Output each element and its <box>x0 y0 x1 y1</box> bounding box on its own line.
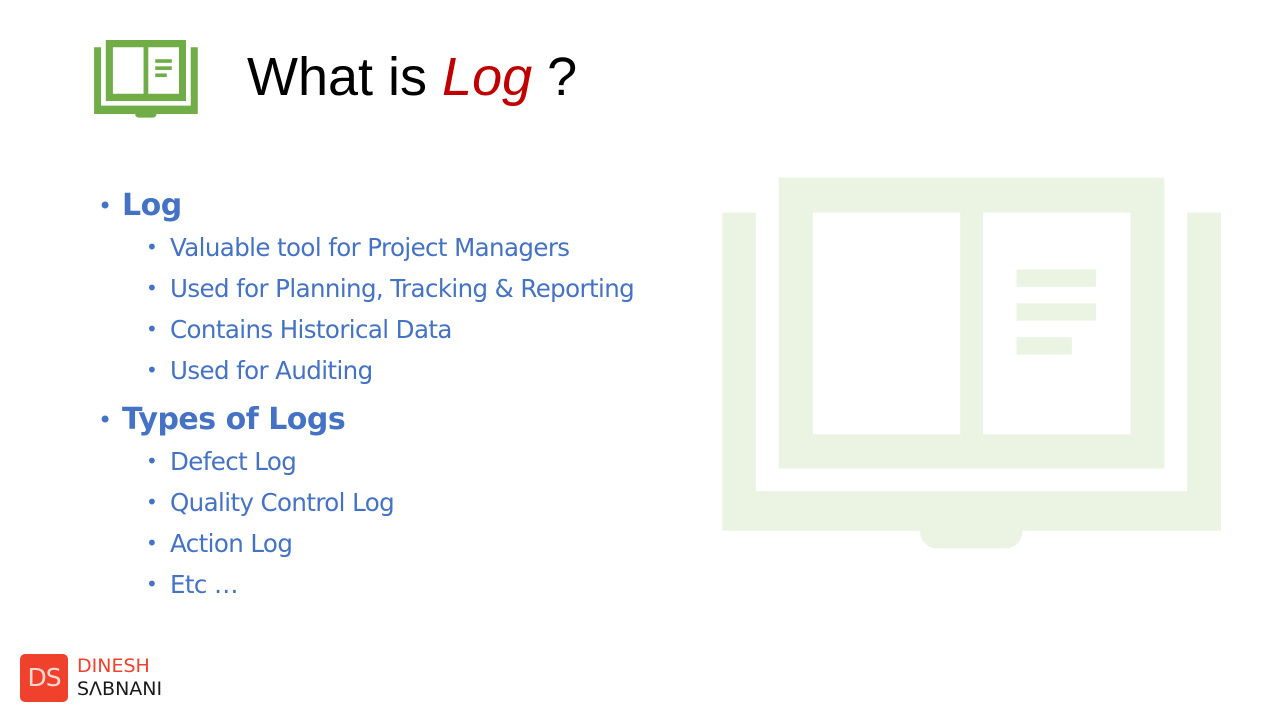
list-item: • Used for Auditing <box>96 350 634 391</box>
bullet-icon: • <box>146 449 158 473</box>
bullet-icon: • <box>146 235 158 259</box>
title-suffix: ? <box>532 47 578 107</box>
bullet-icon: • <box>146 358 158 382</box>
bullet-icon: • <box>146 276 158 300</box>
section-log: • Log • Valuable tool for Project Managers… <box>96 185 635 391</box>
bullet-icon: • <box>146 317 158 341</box>
section-types-of-logs: • Types of Logs • Defect Log • Quality Cont… <box>96 399 634 605</box>
title-prefix: What is <box>247 47 443 107</box>
list-item: • Valuable tool for Project Managers <box>96 227 634 268</box>
bullet-icon: • <box>146 490 158 514</box>
list-item: • Contains Historical Data <box>96 309 634 350</box>
slide: What is Log ? • Log • Valuable tool for Pr… <box>0 0 1280 720</box>
list-item: • Etc … <box>96 564 634 605</box>
bullet-icon: • <box>98 192 112 220</box>
logo-first-name: DINESH <box>77 655 150 677</box>
list-item: • Quality Control Log <box>96 482 634 523</box>
section-heading: • Types of Logs <box>96 399 634 441</box>
open-book-watermark-icon <box>722 177 1221 549</box>
bullet-icon: • <box>146 572 158 596</box>
bullet-list: • Log • Valuable tool for Project Managers… <box>96 185 635 613</box>
title-accent: Log <box>442 47 533 107</box>
list-item: • Action Log <box>96 523 634 564</box>
list-item: • Defect Log <box>96 441 634 482</box>
section-heading: • Log <box>96 185 634 227</box>
open-book-icon <box>94 39 198 118</box>
bullet-icon: • <box>146 531 158 555</box>
logo-text: DINESH SΛBNANI <box>77 655 162 701</box>
logo-last-name: SΛBNANI <box>77 678 163 700</box>
brand-logo: DS DINESH SΛBNANI <box>20 654 162 702</box>
logo-monogram: DS <box>20 654 68 702</box>
bullet-icon: • <box>98 406 112 434</box>
list-item: • Used for Planning, Tracking & Reporting <box>96 268 635 309</box>
slide-title: What is Log ? <box>247 42 577 112</box>
